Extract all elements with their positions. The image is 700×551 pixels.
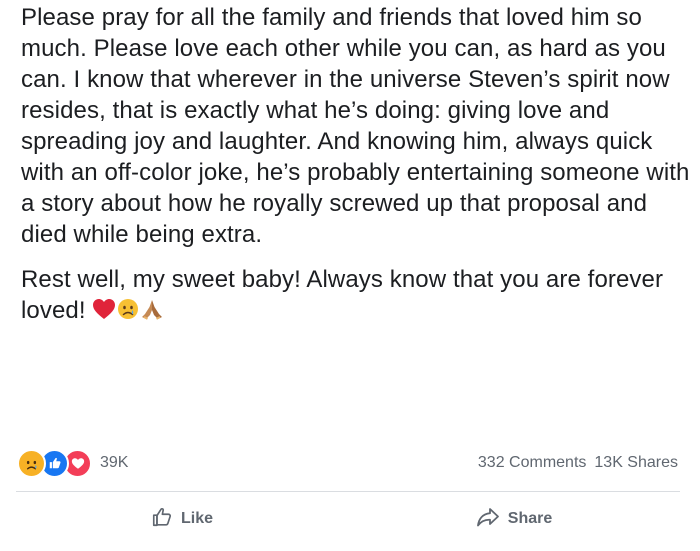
inline-emoji-group — [92, 297, 164, 328]
post-actions: Like Share — [16, 496, 680, 542]
post-paragraph-1: Please pray for all the family and frien… — [21, 4, 690, 248]
folded-hands-icon — [140, 297, 164, 328]
divider — [16, 491, 680, 492]
sad-reaction-icon[interactable] — [17, 448, 46, 478]
reaction-count[interactable]: 39K — [100, 454, 128, 472]
post-stats: 332 Comments 13K Shares — [478, 454, 678, 472]
like-button-label: Like — [180, 510, 213, 527]
share-button[interactable]: Share — [348, 496, 680, 542]
post-body: Please pray for all the family and frien… — [21, 2, 691, 328]
like-button[interactable]: Like — [16, 496, 348, 542]
shares-count-link[interactable]: 13K Shares — [594, 454, 678, 472]
share-button-label: Share — [507, 510, 553, 527]
reaction-icons-group[interactable] — [17, 448, 92, 478]
share-arrow-icon — [476, 506, 500, 533]
reactions-summary: 39K 332 Comments 13K Shares — [17, 448, 678, 478]
comments-count-link[interactable]: 332 Comments — [478, 454, 587, 472]
red-heart-icon — [92, 297, 116, 328]
post-paragraph-2: Rest well, my sweet baby! Always know th… — [21, 264, 691, 328]
sad-face-icon — [117, 297, 139, 328]
thumbs-up-icon — [151, 506, 173, 533]
